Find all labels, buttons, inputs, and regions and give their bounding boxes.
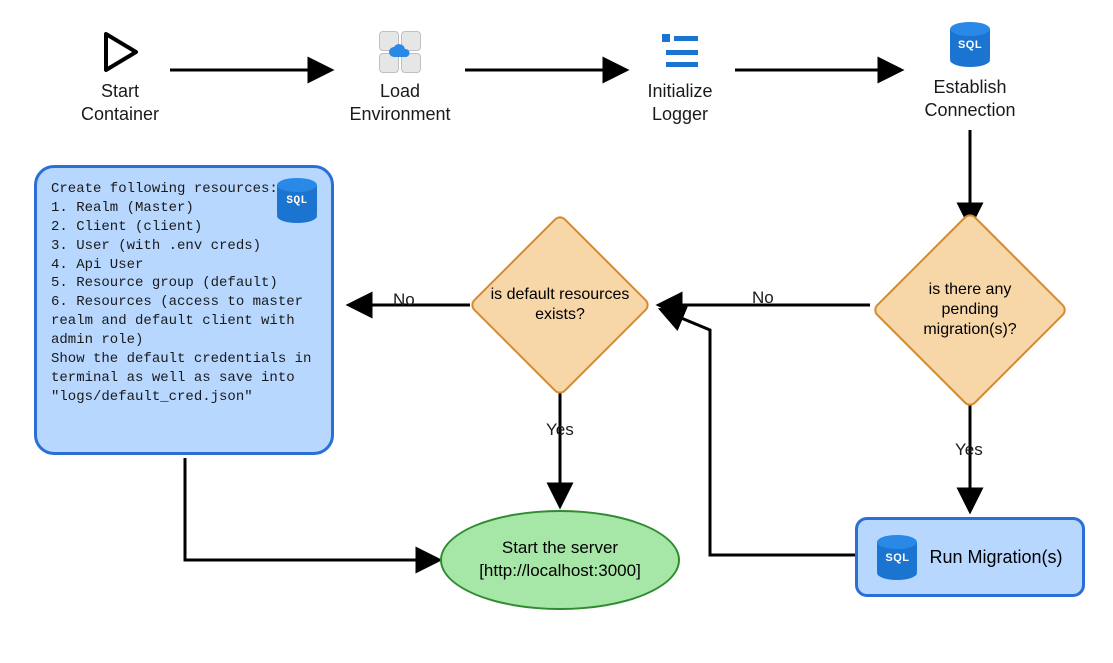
resources-box: SQL Create following resources: 1. Realm… (34, 165, 334, 455)
server-line-2: [http://localhost:3000] (479, 560, 641, 583)
node-start-label-1: Start (55, 80, 185, 103)
node-run-migrations: SQL Run Migration(s) (855, 517, 1085, 597)
node-establish-connection: SQL Establish Connection (905, 22, 1035, 123)
node-logger-label-1: Initialize (620, 80, 740, 103)
run-migrations-label: Run Migration(s) (929, 547, 1062, 568)
node-logger-label-2: Logger (620, 103, 740, 126)
play-icon (96, 28, 144, 76)
resources-item-4: 4. Api User (51, 256, 317, 275)
resources-item-6: 6. Resources (access to master realm and… (51, 293, 317, 350)
sql-icon-label: SQL (277, 194, 317, 209)
decision-pending-text: is there any pending migration(s)? (900, 280, 1040, 340)
node-initialize-logger: Initialize Logger (620, 28, 740, 127)
node-loadenv-label-1: Load (335, 80, 465, 103)
node-loadenv-label-2: Environment (335, 103, 465, 126)
sql-icon: SQL (277, 178, 317, 229)
decision-default-text: is default resources exists? (485, 285, 635, 325)
edge-label-default-no: No (393, 290, 415, 310)
node-start-label-2: Container (55, 103, 185, 126)
edge-label-default-yes: Yes (546, 420, 574, 440)
decision-default-resources: is default resources exists? (470, 235, 650, 375)
node-start-container: Start Container (55, 28, 185, 127)
environment-icon (376, 28, 424, 76)
edge-label-pending-yes: Yes (955, 440, 983, 460)
resources-item-3: 3. User (with .env creds) (51, 237, 317, 256)
node-conn-label-2: Connection (905, 99, 1035, 122)
sql-icon-label: SQL (950, 39, 990, 51)
resources-footer: Show the default credentials in terminal… (51, 350, 317, 407)
node-conn-label-1: Establish (905, 76, 1035, 99)
sql-icon-label: SQL (877, 552, 917, 564)
logger-icon (656, 28, 704, 76)
node-start-server: Start the server [http://localhost:3000] (440, 510, 680, 610)
sql-icon: SQL (877, 535, 917, 579)
resources-item-5: 5. Resource group (default) (51, 274, 317, 293)
decision-pending-migrations: is there any pending migration(s)? (880, 225, 1060, 395)
node-load-environment: Load Environment (335, 28, 465, 127)
server-line-1: Start the server (479, 537, 641, 560)
sql-icon: SQL (946, 22, 994, 72)
edge-label-pending-no: No (752, 288, 774, 308)
